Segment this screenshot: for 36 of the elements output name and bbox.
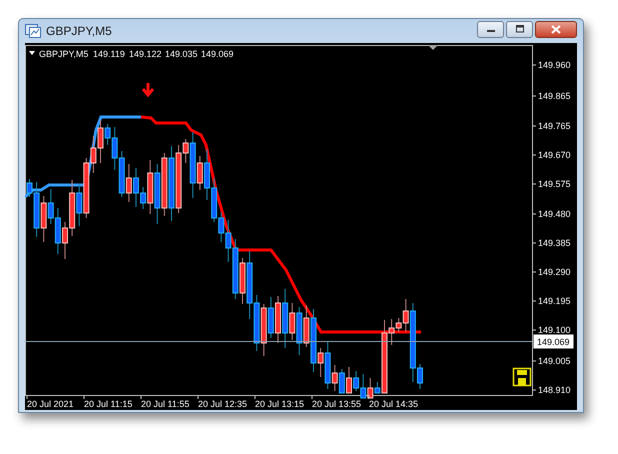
- price-label: 149.960: [538, 60, 571, 70]
- ohlc-value: 149.069: [201, 49, 234, 59]
- price-label: 149.865: [538, 91, 571, 101]
- price-label: 149.480: [538, 209, 571, 219]
- price-label: 149.670: [538, 150, 571, 160]
- price-label: 149.195: [538, 296, 571, 306]
- close-icon: [551, 24, 561, 34]
- window-title: GBPJPY,M5: [46, 24, 113, 38]
- price-label: 149.765: [538, 121, 571, 131]
- time-label: 20 Jul 12:35: [198, 399, 248, 409]
- bid-price-label: 149.069: [534, 334, 574, 348]
- time-label: 20 Jul 11:15: [84, 399, 132, 409]
- price-label: 149.005: [538, 356, 571, 366]
- minimize-button[interactable]: [477, 20, 504, 38]
- sell-arrow-icon: [142, 82, 154, 98]
- time-label: 20 Jul 13:15: [255, 399, 304, 409]
- time-label: 20 Jul 2021: [27, 399, 74, 409]
- save-icon[interactable]: [512, 368, 532, 386]
- price-label: 149.385: [538, 238, 571, 248]
- maximize-icon: [514, 25, 524, 33]
- chart-window-icon: [25, 24, 41, 38]
- maximize-button[interactable]: [506, 20, 533, 38]
- time-label: 20 Jul 14:35: [369, 399, 418, 409]
- shift-marker-icon[interactable]: [428, 45, 438, 50]
- ohlc-value: 149.035: [165, 49, 198, 59]
- time-label: 20 Jul 13:55: [312, 399, 362, 409]
- price-label: 149.575: [538, 179, 571, 189]
- chart-symbol: GBPJPY,M5: [39, 49, 88, 59]
- price-label: 148.910: [538, 385, 571, 395]
- close-button[interactable]: [535, 20, 577, 38]
- ohlc-value: 149.119: [93, 49, 125, 59]
- price-label: 149.100: [538, 325, 571, 335]
- dropdown-triangle-icon[interactable]: [29, 51, 35, 55]
- price-label: 149.290: [538, 267, 571, 277]
- ohlc-value: 149.122: [129, 49, 162, 59]
- time-label: 20 Jul 11:55: [141, 399, 190, 409]
